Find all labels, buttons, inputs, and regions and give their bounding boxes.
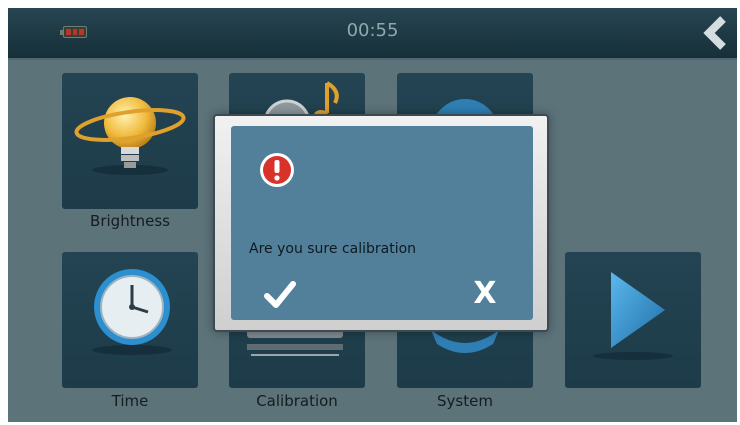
cancel-button[interactable]: X bbox=[463, 274, 507, 314]
time-tile[interactable] bbox=[62, 252, 198, 388]
time-label: Time bbox=[111, 392, 149, 410]
next-page-button[interactable] bbox=[565, 252, 701, 388]
checkmark-icon bbox=[264, 281, 296, 308]
clock-icon bbox=[92, 269, 172, 355]
settings-screen: 00:55 Brightness Time Calibration System… bbox=[8, 8, 737, 422]
brightness-label: Brightness bbox=[90, 212, 170, 230]
clock-text: 00:55 bbox=[346, 20, 399, 41]
alert-icon bbox=[260, 153, 294, 187]
cancel-label: X bbox=[473, 276, 497, 311]
dialog-message: Are you sure calibration bbox=[249, 241, 417, 257]
confirm-button[interactable] bbox=[259, 274, 303, 314]
next-page-arrow-icon bbox=[593, 272, 673, 360]
calibration-label: Calibration bbox=[256, 392, 338, 410]
brightness-tile[interactable] bbox=[62, 73, 198, 209]
confirm-dialog: Are you sure calibration X bbox=[213, 114, 549, 332]
status-bar: 00:55 bbox=[8, 8, 737, 60]
lightbulb-icon bbox=[74, 97, 186, 175]
dialog-panel: Are you sure calibration X bbox=[231, 126, 533, 320]
back-button[interactable] bbox=[701, 16, 733, 50]
back-arrow-icon bbox=[703, 16, 726, 50]
system-label: System bbox=[437, 392, 493, 410]
